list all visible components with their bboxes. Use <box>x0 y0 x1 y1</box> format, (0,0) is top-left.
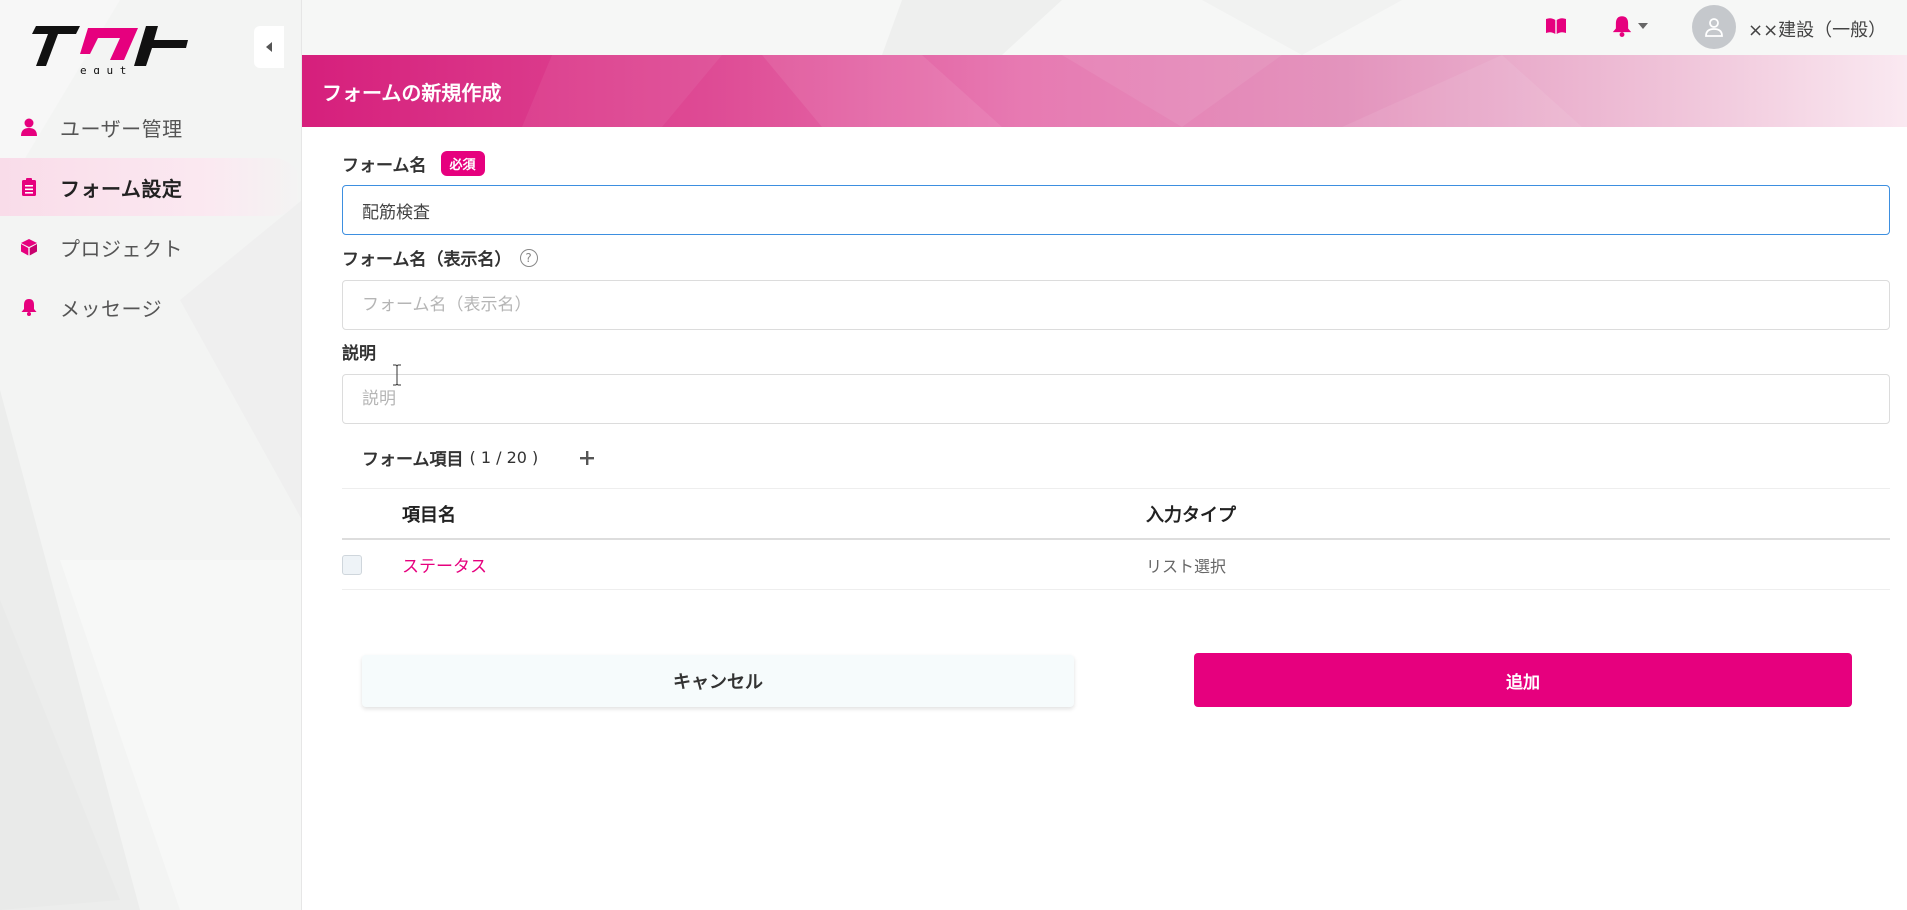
description-input[interactable] <box>342 374 1890 424</box>
equt-logo[interactable]: e q u t <box>28 20 198 77</box>
banner-pattern <box>522 55 1582 127</box>
sidebar-collapse-button[interactable] <box>254 26 284 68</box>
plus-icon <box>580 450 595 465</box>
table-row: ステータス リスト選択 <box>342 540 1890 590</box>
caret-left-icon <box>266 42 272 52</box>
display-name-label-text: フォーム名（表示名） <box>342 250 512 270</box>
form-items-header: フォーム項目 ( 1 / 20 ) <box>342 445 1890 470</box>
form-items-title: フォーム項目 <box>362 450 464 470</box>
book-icon[interactable] <box>1544 14 1568 38</box>
description-label-text: 説明 <box>342 344 376 364</box>
table-header: 項目名 入力タイプ <box>342 488 1890 540</box>
required-badge: 必須 <box>440 151 485 176</box>
notification-button[interactable] <box>1612 13 1652 39</box>
display-name-input[interactable] <box>342 280 1890 330</box>
sidebar-item-projects[interactable]: プロジェクト <box>0 218 301 276</box>
form-actions: キャンセル 追加 <box>362 653 1852 709</box>
sidebar-item-label: フォーム設定 <box>60 176 183 201</box>
sidebar-item-label: ユーザー管理 <box>60 116 183 141</box>
sidebar-item-label: メッセージ <box>60 296 163 321</box>
avatar-icon <box>1705 18 1723 37</box>
form-items-count: ( 1 / 20 ) <box>469 448 539 467</box>
cube-icon <box>20 238 38 256</box>
display-name-label: フォーム名（表示名） ? <box>342 245 538 270</box>
bell-icon <box>1612 16 1632 37</box>
column-input-type: 入力タイプ <box>1146 504 1236 526</box>
row-checkbox[interactable] <box>342 554 362 575</box>
form-name-label-text: フォーム名 <box>342 156 427 176</box>
text-cursor-icon <box>393 364 401 386</box>
top-bar: ××建設（一般） <box>302 0 1907 55</box>
form-name-input[interactable] <box>342 185 1890 235</box>
sidebar-nav: ユーザー管理 フォーム設定 プロジェクト メッセージ <box>0 98 301 338</box>
form-items-table: 項目名 入力タイプ ステータス リスト選択 <box>342 488 1890 590</box>
page-title: フォームの新規作成 <box>322 81 502 105</box>
user-name[interactable]: ××建設（一般） <box>1748 16 1886 42</box>
add-button[interactable]: 追加 <box>1194 653 1852 707</box>
topbar-background-pattern <box>882 0 1402 55</box>
bell-icon <box>20 298 38 316</box>
row-input-type: リスト選択 <box>1146 556 1227 576</box>
logo-subtext: e q u t <box>80 64 126 74</box>
sidebar-item-messages[interactable]: メッセージ <box>0 278 301 336</box>
sidebar-item-users[interactable]: ユーザー管理 <box>0 98 301 156</box>
cancel-button[interactable]: キャンセル <box>362 655 1074 707</box>
form-items-section: フォーム項目 ( 1 / 20 ) 項目名 入力タイプ ステータス リスト選択 <box>342 445 1890 590</box>
sidebar: e q u t ユーザー管理 フォーム設定 プロジェクト メッセージ <box>0 0 302 910</box>
clipboard-icon <box>20 178 38 196</box>
description-label: 説明 <box>342 339 376 364</box>
column-item-name: 項目名 <box>402 504 456 526</box>
add-item-button[interactable] <box>576 447 598 469</box>
caret-down-icon <box>1638 23 1648 29</box>
form-name-label: フォーム名 必須 <box>342 151 485 176</box>
user-icon <box>20 118 38 136</box>
help-icon[interactable]: ? <box>519 248 538 267</box>
sidebar-item-form-settings[interactable]: フォーム設定 <box>0 158 301 216</box>
sidebar-item-label: プロジェクト <box>60 236 183 261</box>
page-header-banner: フォームの新規作成 <box>302 55 1907 127</box>
row-item-name[interactable]: ステータス <box>402 552 1146 577</box>
avatar[interactable] <box>1692 5 1736 49</box>
